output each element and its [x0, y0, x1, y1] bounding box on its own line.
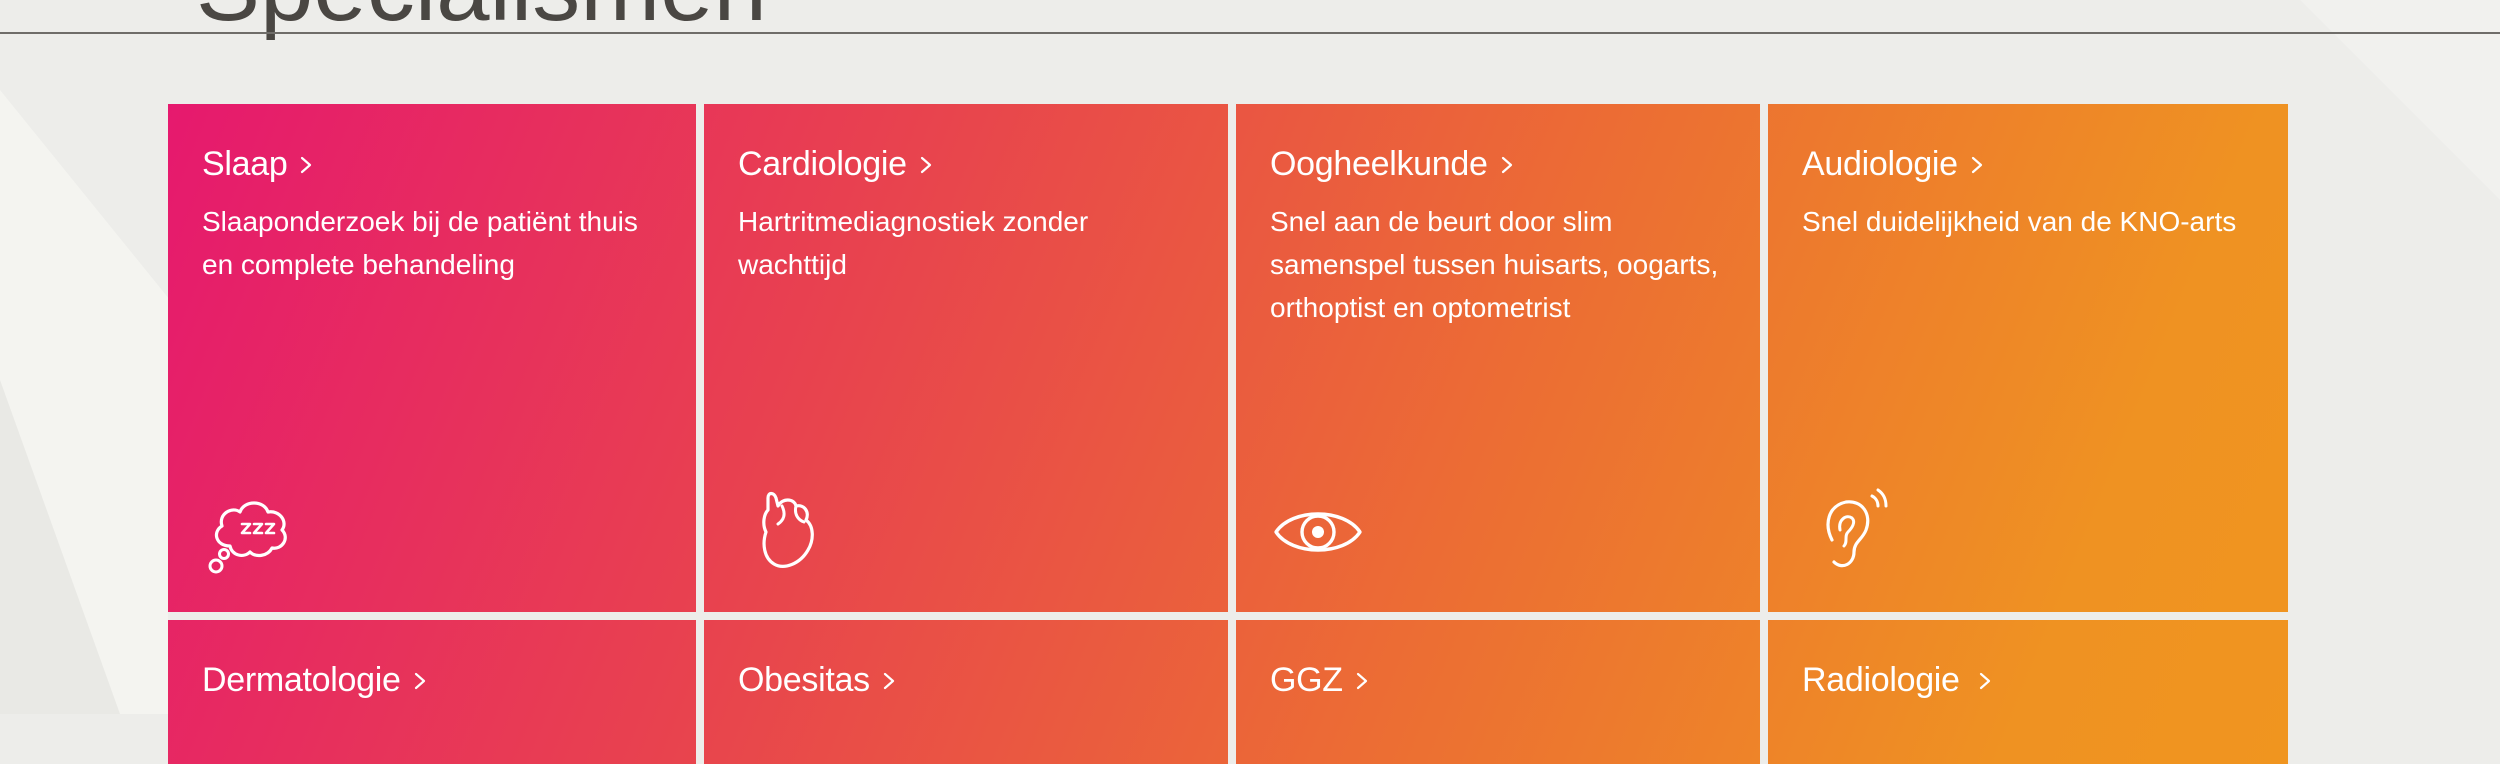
tile-description: Snel duidelijkheid van de KNO-arts [1802, 206, 2237, 237]
tile-title: Slaap [202, 145, 288, 183]
tile-title: Obesitas [738, 661, 870, 699]
chevron-right-icon [920, 156, 931, 174]
tile-dermatologie[interactable]: Dermatologie [168, 620, 696, 764]
grid-separator [1228, 104, 1236, 764]
chevron-right-icon [1971, 156, 1982, 174]
chevron-right-icon [1356, 672, 1367, 690]
chevron-right-icon [414, 672, 425, 690]
tile-audiologie[interactable]: Audiologie Snel duidelijkheid van de KNO… [1768, 104, 2288, 612]
tile-slaap[interactable]: Slaap Slaaponderzoek bij de patiënt thui… [168, 104, 696, 612]
tile-title: GGZ [1270, 661, 1343, 699]
grid-separator [696, 104, 704, 764]
heart-icon [762, 491, 814, 568]
tile-description: Hartritmediagnostiek zonder wachttijd [738, 206, 1089, 280]
tile-description: Slaaponderzoek bij de patiënt thuis en c… [202, 206, 638, 280]
ear-icon [1826, 488, 1888, 568]
chevron-right-icon [1501, 156, 1512, 174]
tile-description: Snel aan de beurt door slim samenspel tu… [1270, 206, 1719, 323]
tile-oogheelkunde[interactable]: Oogheelkunde Snel aan de beurt door slim… [1236, 104, 1760, 612]
eye-icon [1274, 512, 1362, 552]
tile-title: Dermatologie [202, 661, 401, 699]
tile-cardiologie[interactable]: Cardiologie Hartritmediagnostiek zonder … [704, 104, 1228, 612]
tile-ggz[interactable]: GGZ [1236, 620, 1760, 764]
tile-obesitas[interactable]: Obesitas [704, 620, 1228, 764]
grid-separator [1760, 104, 1768, 764]
sleep-thought-bubble-icon [208, 501, 287, 574]
specialisms-grid: Slaap Slaaponderzoek bij de patiënt thui… [168, 104, 2288, 764]
grid-separator [168, 612, 2288, 620]
heading-divider [0, 32, 2500, 34]
tile-title: Audiologie [1802, 145, 1958, 183]
chevron-right-icon [301, 156, 312, 174]
tile-radiologie[interactable]: Radiologie [1768, 620, 2288, 764]
chevron-right-icon [1979, 672, 1990, 690]
chevron-right-icon [883, 672, 894, 690]
tile-title: Oogheelkunde [1270, 145, 1488, 183]
tile-title: Radiologie [1802, 661, 1960, 699]
tile-title: Cardiologie [738, 145, 907, 183]
